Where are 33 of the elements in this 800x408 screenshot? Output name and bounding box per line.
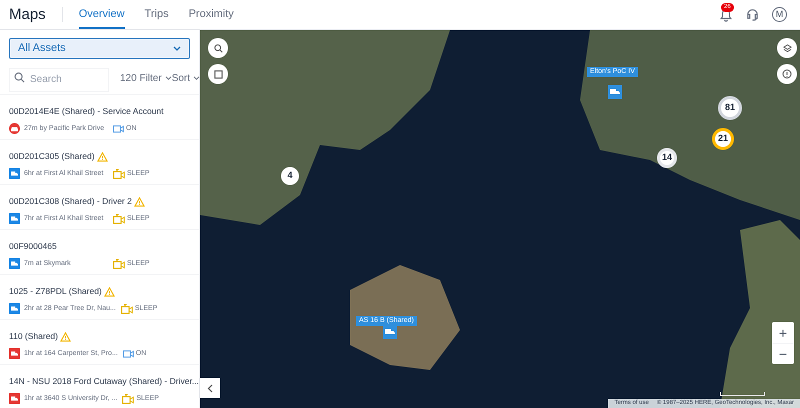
asset-name[interactable]: 00D201C308 (Shared) - Driver 2 [9, 196, 132, 207]
asset-name[interactable]: 14N - NSU 2018 Ford Cutaway (Shared) - Driver... [9, 376, 199, 387]
asset-name[interactable]: 00D2014E4E (Shared) - Service Account [9, 106, 164, 117]
vehicle-marker[interactable] [383, 325, 397, 339]
search-field[interactable]: Search [9, 68, 109, 92]
search-icon [214, 44, 222, 52]
chevron-down-icon [173, 46, 181, 52]
asset-name[interactable]: 00F9000465 [9, 241, 57, 252]
asset-dropdown[interactable]: All Assets [9, 38, 190, 59]
search-icon [14, 72, 25, 83]
truck-icon [610, 88, 620, 96]
tab[interactable]: Proximity [188, 0, 234, 29]
tab[interactable]: Trips [144, 0, 169, 29]
layers-icon [782, 44, 792, 52]
scale-bar [720, 392, 765, 396]
truck-icon [385, 328, 395, 336]
collapse-panel-button[interactable] [200, 378, 220, 398]
filter-button[interactable]: 120 Filter [120, 70, 172, 86]
chevron-down-icon [193, 76, 200, 80]
user-avatar[interactable]: M [772, 7, 787, 22]
zoom-out-button[interactable]: − [772, 343, 794, 364]
vehicle-marker[interactable] [608, 85, 622, 99]
asset-name[interactable]: 110 (Shared) [9, 331, 58, 342]
square-select-icon [214, 70, 222, 78]
app-title: Maps [9, 7, 63, 22]
headset-icon[interactable] [745, 7, 760, 22]
chevron-down-icon [164, 76, 172, 80]
sort-button[interactable]: Sort [172, 70, 200, 86]
info-icon [782, 69, 792, 79]
asset-name[interactable]: 00D201C305 (Shared) [9, 151, 95, 162]
zoom-in-button[interactable]: + [772, 322, 794, 343]
asset-name[interactable]: 1025 - Z78PDL (Shared) [9, 286, 102, 297]
chevron-left-icon [207, 384, 213, 392]
